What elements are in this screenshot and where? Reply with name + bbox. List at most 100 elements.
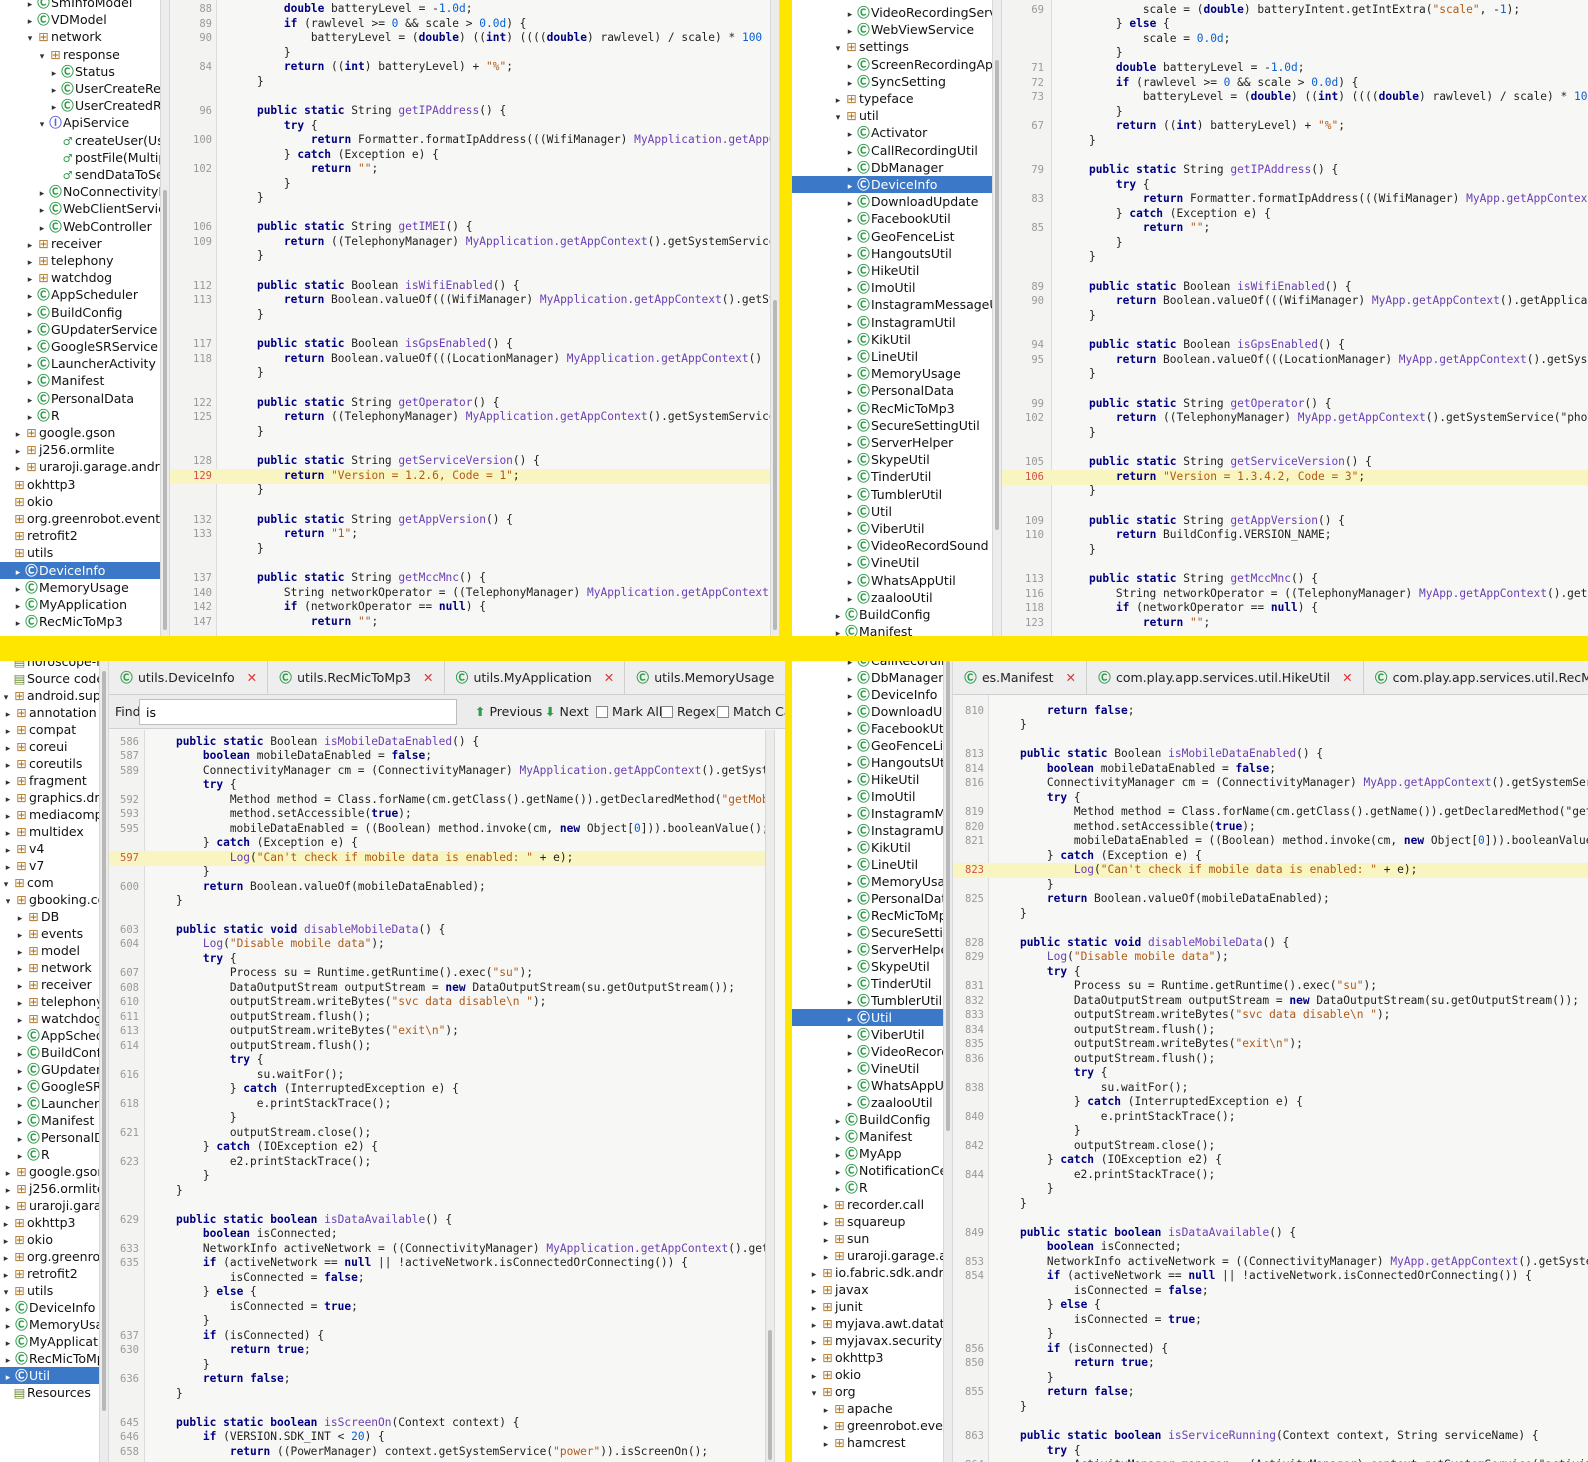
code-line[interactable]: } <box>109 1111 765 1126</box>
code-line[interactable]: 810 return false; <box>953 704 1588 719</box>
tree-item[interactable]: ▸ⒸBuildConfig <box>0 1044 99 1061</box>
code-line[interactable]: } catch (Exception e) { <box>170 148 770 163</box>
tree-item[interactable]: ▸ⒸVideoRecordingService <box>792 4 992 21</box>
tree-item[interactable]: ▸ⒸMemoryUsage <box>0 1316 99 1333</box>
code-line[interactable]: } <box>953 1400 1588 1415</box>
tree-item[interactable]: ▸ ⊞ google.gson <box>0 1163 99 1180</box>
tree-item[interactable]: ⊞ okhttp3 <box>0 476 160 493</box>
code-line[interactable]: 72 if (rawlevel >= 0 && scale > 0.0d) { <box>1002 76 1588 91</box>
tree-item[interactable]: ▸ ⒸVineUtil <box>792 554 992 571</box>
code-line[interactable]: 635 if (activeNetwork == null || !active… <box>109 1256 765 1271</box>
code-line[interactable]: } <box>170 249 770 264</box>
code-line[interactable]: 84 return ((int) batteryLevel) + "%"; <box>170 60 770 75</box>
tree-item[interactable]: ▸ⒸLauncherActivity <box>0 1095 99 1112</box>
code-line[interactable]: isConnected = false; <box>109 1271 765 1286</box>
tree-item[interactable]: ▸ ⒸSkypeUtil <box>792 958 943 975</box>
code-line[interactable]: 823 Log("Can't check if mobile data is e… <box>953 863 1588 878</box>
code-line[interactable]: 819 Method method = Class.forName(cm.get… <box>953 805 1588 820</box>
code-line[interactable]: 842 outputStream.close(); <box>953 1139 1588 1154</box>
code-line[interactable]: 863 public static boolean isServiceRunni… <box>953 1429 1588 1444</box>
regex-checkbox[interactable]: Regex <box>661 704 716 719</box>
tree-item[interactable]: ▸ ⊞ okio <box>792 1366 943 1383</box>
code-line[interactable]: 821 mobileDataEnabled = ((Boolean) metho… <box>953 834 1588 849</box>
tree-item[interactable]: ▸ⒸHangoutsUtil <box>792 754 943 771</box>
code-line[interactable]: 593 method.setAccessible(true); <box>109 807 765 822</box>
code-line[interactable]: } <box>170 483 770 498</box>
tree-item[interactable]: ▸ ⒸDeviceInfo <box>0 561 160 579</box>
tree-item[interactable]: ▸ ⊞ fragment <box>0 772 99 789</box>
code-line[interactable]: } <box>109 1387 765 1402</box>
code-line[interactable]: scale = 0.0d; <box>1002 32 1588 47</box>
code-line[interactable]: } <box>1002 134 1588 149</box>
code-line[interactable]: 73 batteryLevel = (double) ((int) ((((do… <box>1002 90 1588 105</box>
tree-item[interactable]: ▸ ⊞ recorder.call <box>792 1196 943 1213</box>
code-line[interactable]: try { <box>170 119 770 134</box>
tree-item[interactable]: ▸ ⒸKikUtil <box>792 331 992 348</box>
tree-item[interactable]: ▸ ⒸDbManager <box>792 669 943 686</box>
tree-item[interactable]: ▸ ⒸSmInfoModel <box>0 0 160 11</box>
tree-item[interactable]: ▸ ⒸTinderUtil <box>792 975 943 992</box>
close-icon[interactable]: ✕ <box>423 670 433 685</box>
code-line[interactable]: 854 if (activeNetwork == null || !active… <box>953 1269 1588 1284</box>
code-line[interactable]: try { <box>953 791 1588 806</box>
code-line[interactable]: 813 public static Boolean isMobileDataEn… <box>953 747 1588 762</box>
code-line[interactable]: 102 return ""; <box>170 162 770 177</box>
tree-item[interactable]: ▸ ⊞ multidex <box>0 823 99 840</box>
tree-item[interactable]: ▸ ⊞ annotation <box>0 704 99 721</box>
code-line[interactable]: 71 double batteryLevel = -1.0d; <box>1002 61 1588 76</box>
code-line[interactable]: 95 return Boolean.valueOf(((LocationMana… <box>1002 353 1588 368</box>
editor-tab[interactable]: Ⓒ utils.DeviceInfo ✕ <box>109 661 269 694</box>
tree-item[interactable]: ▸ ⊞ telephony <box>0 252 160 269</box>
tree-item[interactable]: ▸ ⊞ receiver <box>0 976 99 993</box>
code-line[interactable]: 600 return Boolean.valueOf(mobileDataEna… <box>109 880 765 895</box>
tree-item[interactable]: ▸ⒸUserCreatedResponse <box>0 97 160 114</box>
code-line[interactable]: 106 return "Version = 1.3.4.2, Code = 3"… <box>1002 470 1588 485</box>
tree-item[interactable]: ▾ ⊞ util <box>792 107 992 124</box>
tree-item[interactable]: ▾ ⊞ org <box>792 1383 943 1400</box>
tree-scrollbar[interactable] <box>160 0 170 636</box>
tree-item[interactable]: ▸ ⊞ v4 <box>0 840 99 857</box>
tree-item[interactable]: ▸ ⒸzaalooUtil <box>792 1094 943 1111</box>
code-line[interactable]: 623 e2.printStackTrace(); <box>109 1155 765 1170</box>
tree-item[interactable]: ▸ⒸWebClientService <box>0 200 160 217</box>
code-line[interactable]: } <box>953 718 1588 733</box>
tree-item[interactable]: ▸ⒸDownloadUpdate <box>792 703 943 720</box>
editor-scroll-thumb[interactable] <box>773 300 777 630</box>
code-line[interactable]: } <box>953 1197 1588 1212</box>
tree-item[interactable]: ▸ ⊞ j256.ormlite <box>0 441 160 458</box>
tree-item[interactable]: ▸⊞mediacompat <box>0 806 99 823</box>
tree-item[interactable]: ▸ⒸCallRecordingUtil <box>792 142 992 159</box>
code-line[interactable]: } else { <box>953 1298 1588 1313</box>
tree-item[interactable]: ▸⊞org.greenrobot <box>0 1248 99 1265</box>
tree-item[interactable]: ▸ ⒸLineUtil <box>792 856 943 873</box>
editor-tab[interactable]: Ⓒ com.play.app.services.util.HikeUtil ✕ <box>1087 661 1364 694</box>
tree-item[interactable]: ▸ ⒸUtil <box>792 503 992 520</box>
code-editor[interactable]: 88 double batteryLevel = -1.0d; 89 if (ra… <box>170 0 770 636</box>
tree-item[interactable]: ▸ ⒸManifest <box>0 1112 99 1129</box>
code-line[interactable]: 133 return "1"; <box>170 527 770 542</box>
code-line[interactable]: } <box>953 1371 1588 1386</box>
tree-item[interactable]: ▸ⒸRecMicToMp3 <box>792 400 992 417</box>
code-line[interactable]: } <box>1002 543 1588 558</box>
tree-item[interactable]: ▸ⒸVideoRecordSound <box>792 1043 943 1060</box>
code-line[interactable]: 128 public static String getServiceVersi… <box>170 454 770 469</box>
code-line[interactable]: 122 public static String getOperator() { <box>170 396 770 411</box>
code-line[interactable]: 831 Process su = Runtime.getRuntime().ex… <box>953 979 1588 994</box>
tree-item[interactable]: ▾ ⊞ network <box>0 28 160 45</box>
editor-tab[interactable]: Ⓒ utils.RecMicToMp3 ✕ <box>268 661 445 694</box>
editor-tab[interactable]: Ⓒ utils.MemoryUsage✕ <box>625 661 785 694</box>
code-line[interactable]: 106 public static String getIMEI() { <box>170 220 770 235</box>
tree-item[interactable]: ▸⊞graphics.drawable <box>0 789 99 806</box>
code-line[interactable]: } catch (InterruptedException e) { <box>953 1095 1588 1110</box>
tree-item[interactable]: ▸ⒸLauncherActivity <box>0 355 160 372</box>
code-line[interactable]: try { <box>953 1066 1588 1081</box>
code-line[interactable]: 814 boolean mobileDataEnabled = false; <box>953 762 1588 777</box>
code-line[interactable]: 840 e.printStackTrace(); <box>953 1110 1588 1125</box>
code-line[interactable]: 646 if (VERSION.SDK_INT < 20) { <box>109 1430 765 1445</box>
code-line[interactable]: 116 String networkOperator = ((Telephony… <box>1002 587 1588 602</box>
code-line[interactable]: 597 Log("Can't check if mobile data is e… <box>109 851 765 866</box>
tree-item[interactable]: ♂sendDataToServer <box>0 166 160 183</box>
code-line[interactable]: 849 public static boolean isDataAvailabl… <box>953 1226 1588 1241</box>
tree-item[interactable]: ▸ⒸAppScheduler <box>0 286 160 303</box>
code-line[interactable]: 636 return false; <box>109 1372 765 1387</box>
